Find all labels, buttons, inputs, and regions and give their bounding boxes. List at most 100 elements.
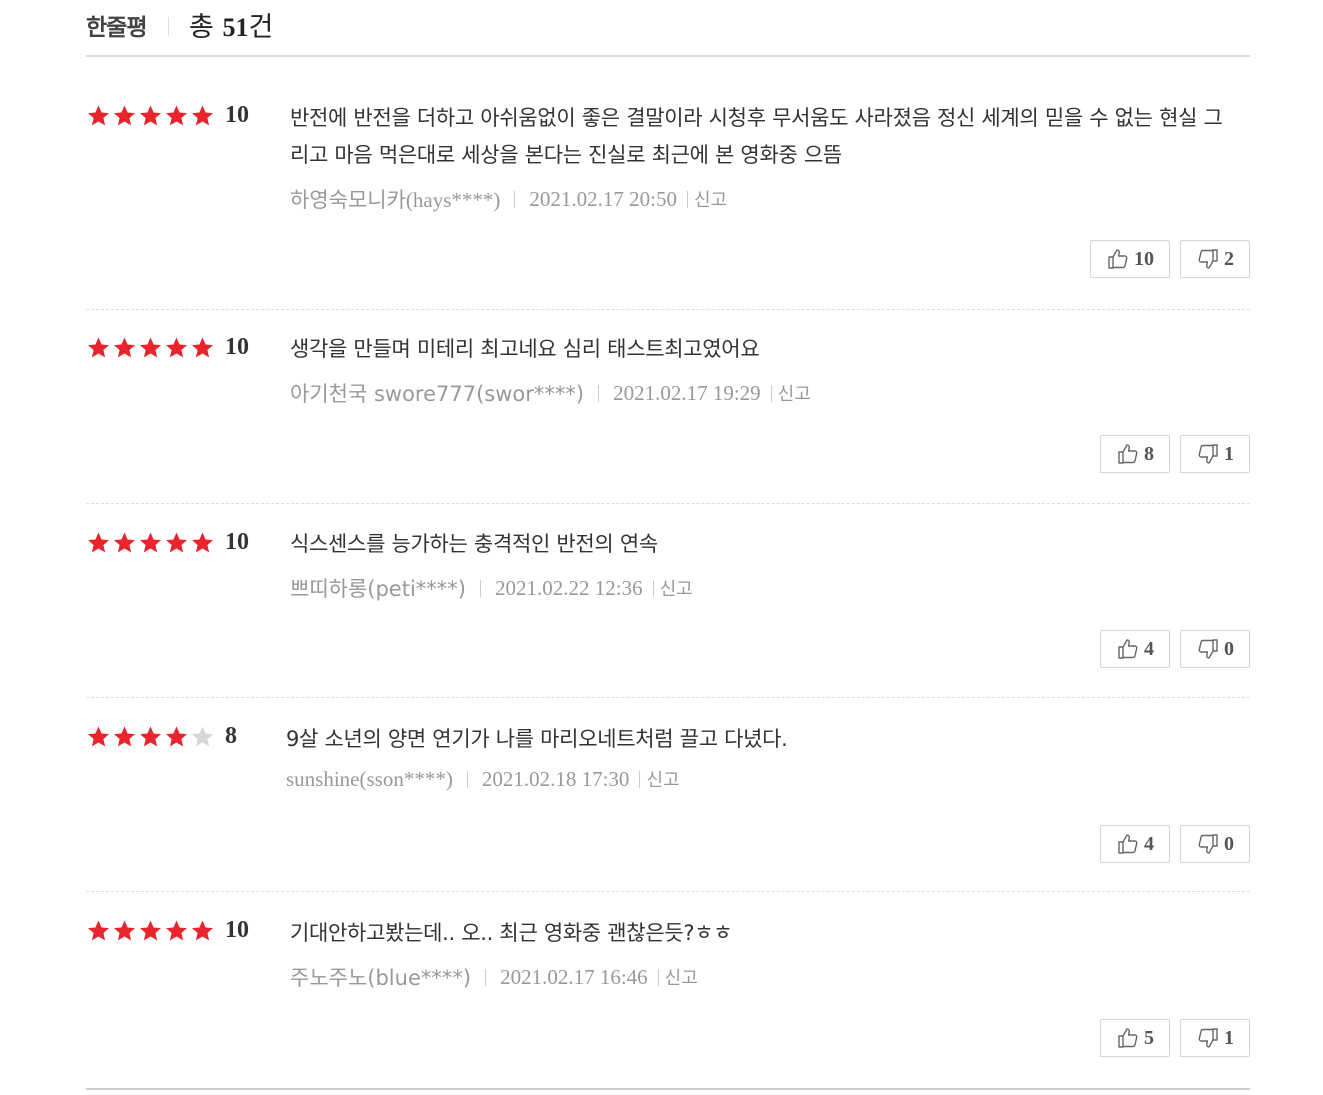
thumbs-up-icon [1116,832,1140,856]
star-filled-icon [86,725,111,749]
star-filled-icon [86,919,111,943]
star-filled-icon [86,104,111,128]
review-section: 한줄평 총 51건 10 반전에 반전을 더하고 아쉬움없이 좋은 결말이라 시… [86,0,1250,1090]
review-meta: 주노주노(blue****) 2021.02.17 16:46 신고 [290,962,1228,992]
review-item: 8 9살 소년의 양면 연기가 나를 마리오네트처럼 끌고 다녔다. sunsh… [86,698,1250,892]
like-button[interactable]: 4 [1100,630,1170,668]
report-link[interactable]: 신고 [646,766,679,792]
review-meta: 아기천국 swore777(swor****) 2021.02.17 19:29… [290,378,1228,408]
report-link[interactable]: 신고 [660,575,693,601]
star-rating [86,919,216,943]
star-filled-icon [190,336,215,360]
meta-divider [657,968,659,986]
dislike-button[interactable]: 0 [1180,630,1250,668]
dislike-count: 0 [1224,832,1234,855]
review-score: 10 [225,102,249,128]
meta-divider [479,579,481,597]
review-author: 아기천국 swore777(swor****) [290,382,585,406]
like-button[interactable]: 5 [1100,1019,1170,1057]
total-prefix: 총 [189,12,223,43]
dislike-button[interactable]: 1 [1180,1019,1250,1057]
review-score: 10 [225,529,249,555]
review-text: 9살 소년의 양면 연기가 나를 마리오네트처럼 끌고 다녔다. [286,727,788,751]
star-rating [86,336,216,360]
star-filled-icon [112,725,137,749]
report-link[interactable]: 신고 [778,380,811,406]
star-filled-icon [112,336,137,360]
review-score: 10 [225,917,249,943]
star-filled-icon [164,725,189,749]
total-count: 총 51건 [189,5,273,44]
meta-divider [514,190,516,208]
like-count: 4 [1144,832,1154,855]
review-author: sunshine(sson****) [286,766,453,791]
meta-divider [485,968,487,986]
thumbs-down-icon [1196,247,1220,271]
star-filled-icon [112,919,137,943]
vote-buttons: 4 0 [1090,630,1250,668]
thumbs-up-icon [1116,637,1140,661]
star-filled-icon [164,531,189,555]
star-filled-icon [138,104,163,128]
report-link[interactable]: 신고 [665,964,698,990]
vote-buttons: 10 2 [1080,240,1250,278]
star-filled-icon [138,531,163,555]
like-count: 8 [1144,442,1154,465]
dislike-button[interactable]: 2 [1180,240,1250,278]
review-score: 10 [225,334,249,360]
dislike-count: 1 [1224,442,1234,465]
dislike-button[interactable]: 0 [1180,825,1250,863]
report-link[interactable]: 신고 [694,186,727,212]
star-filled-icon [138,725,163,749]
review-date: 2021.02.22 12:36 [494,575,643,600]
thumbs-down-icon [1196,1026,1220,1050]
review-text: 기대안하고봤는데.. 오.. 최근 영화중 괜찮은듯?ㅎㅎ [290,921,733,945]
review-date: 2021.02.17 20:50 [529,186,677,211]
meta-divider [598,384,600,402]
thumbs-down-icon [1196,637,1220,661]
star-filled-icon [112,104,137,128]
meta-divider [466,770,468,788]
review-meta: 쁘띠하롱(peti****) 2021.02.22 12:36 신고 [290,573,1228,603]
section-title: 한줄평 [86,15,147,41]
review-date: 2021.02.18 17:30 [481,766,630,791]
dislike-count: 1 [1224,1026,1234,1049]
thumbs-up-icon [1106,247,1130,271]
review-date: 2021.02.17 16:46 [500,964,648,989]
review-meta: sunshine(sson****) 2021.02.18 17:30 신고 [286,766,1228,792]
star-filled-icon [86,531,111,555]
like-count: 10 [1134,247,1154,270]
total-suffix: 건 [248,12,274,43]
star-filled-icon [190,919,215,943]
vote-buttons: 5 1 [1090,1019,1250,1057]
meta-divider [639,770,641,788]
star-filled-icon [164,919,189,943]
review-item: 10 식스센스를 능가하는 충격적인 반전의 연속 쁘띠하롱(peti****)… [86,504,1250,698]
star-rating [86,531,216,555]
meta-divider [770,384,772,402]
review-item: 10 기대안하고봤는데.. 오.. 최근 영화중 괜찮은듯?ㅎㅎ 주노주노(bl… [86,892,1250,1090]
star-filled-icon [86,336,111,360]
thumbs-down-icon [1196,832,1220,856]
thumbs-up-icon [1116,1026,1140,1050]
vote-buttons: 4 0 [1090,825,1250,863]
review-author: 하영숙모니카(hays****) [290,188,501,212]
review-author: 주노주노(blue****) [290,966,472,990]
star-empty-icon [190,725,215,749]
review-author: 쁘띠하롱(peti****) [290,577,466,601]
like-button[interactable]: 10 [1090,240,1170,278]
review-item: 10 반전에 반전을 더하고 아쉬움없이 좋은 결말이라 시청후 무서움도 사라… [86,57,1250,310]
review-text: 생각을 만들며 미테리 최고네요 심리 태스트최고였어요 [290,337,760,361]
thumbs-up-icon [1116,442,1140,466]
like-button[interactable]: 8 [1100,435,1170,473]
dislike-button[interactable]: 1 [1180,435,1250,473]
review-text: 식스센스를 능가하는 충격적인 반전의 연속 [290,532,658,556]
star-filled-icon [138,919,163,943]
star-rating [86,725,216,749]
review-meta: 하영숙모니카(hays****) 2021.02.17 20:50 신고 [290,184,1228,214]
review-score: 8 [225,723,237,749]
meta-divider [687,190,688,208]
star-filled-icon [190,104,215,128]
like-count: 5 [1144,1026,1154,1049]
like-button[interactable]: 4 [1100,825,1170,863]
